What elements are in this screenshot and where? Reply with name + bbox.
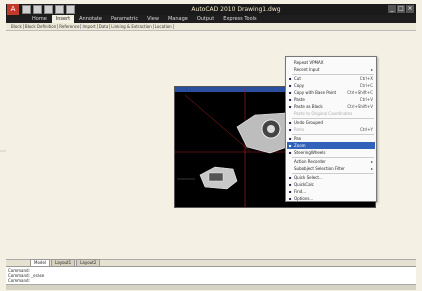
menu-item-copy-with-base-point[interactable]: ▪ Copy with Base Point Ctrl+Shift+C [287, 89, 375, 96]
menu-item-shortcut [373, 135, 375, 142]
menu-item-label: Undo Grouped [294, 120, 323, 125]
status-bar [6, 284, 416, 290]
command-prompt[interactable]: Command: [8, 278, 30, 283]
menu-item-steeringwheels[interactable]: ▪ SteeringWheels [287, 149, 375, 156]
layout-tab-model[interactable]: Model [30, 259, 51, 266]
menu-item-label: Repeat VPMAX [294, 60, 324, 65]
menu-item-shortcut [373, 142, 375, 149]
menu-item-pan[interactable]: ▪ Pan [287, 135, 375, 142]
menu-item-label: Copy [294, 83, 305, 88]
menu-item-repeat-vpmax[interactable]: Repeat VPMAX [287, 59, 375, 66]
menu-item-shortcut [373, 174, 375, 181]
menu-item-shortcut [373, 195, 375, 202]
menu-item-shortcut [373, 181, 375, 188]
menu-item-shortcut: Ctrl+Shift+V [347, 104, 373, 109]
menu-item-shortcut: Ctrl+C [359, 83, 373, 88]
menu-item-action-recorder[interactable]: Action Recorder ▸ [287, 158, 375, 165]
menu-item-label: Paste to Original Coordinates [294, 111, 353, 116]
menu-item-label: Quick Select... [294, 175, 323, 180]
menu-item-label: Find... [294, 189, 307, 194]
layout-tab-layout2[interactable]: Layout2 [76, 259, 101, 266]
menu-item-label: QuickCalc [294, 182, 314, 187]
menu-item-shortcut [373, 110, 375, 117]
command-line[interactable]: Command: Command: _erase Command: [6, 266, 416, 284]
context-menu: Repeat VPMAX Recent Input ▸ ▪ Cut Ctrl+X ▪ Copy… [285, 56, 377, 202]
menu-item-label: Pan [294, 136, 302, 141]
submenu-arrow-icon: ▸ [370, 166, 373, 171]
menu-item-find[interactable]: ▪ Find... [287, 188, 375, 195]
layout-tab-layout1[interactable]: Layout1 [51, 259, 76, 266]
menu-item-shortcut [373, 188, 375, 195]
menu-item-quickcalc[interactable]: ▪ QuickCalc [287, 181, 375, 188]
menu-item-options[interactable]: ▪ Options... [287, 195, 375, 202]
menu-item-label: Options... [294, 196, 314, 201]
menu-item-shortcut: Ctrl+X [359, 76, 373, 81]
menu-item-subobject-selection-filter[interactable]: Subobject Selection Filter ▸ [287, 165, 375, 172]
menu-item-shortcut [373, 119, 375, 126]
menu-item-zoom[interactable]: ▪ Zoom [287, 142, 375, 149]
menu-item-shortcut [373, 149, 375, 156]
menu-item-copy[interactable]: ▪ Copy Ctrl+C [287, 82, 375, 89]
menu-item-label: Redo [294, 127, 305, 132]
menu-item-paste-to-original-coordinates: Paste to Original Coordinates [287, 110, 375, 117]
menu-item-shortcut: Ctrl+Y [360, 127, 373, 132]
menu-item-shortcut: Ctrl+Shift+C [347, 90, 373, 95]
menu-item-shortcut [373, 59, 375, 66]
menu-item-redo: ▪ Redo Ctrl+Y [287, 126, 375, 133]
menu-item-label: Zoom [294, 143, 306, 148]
menu-item-recent-input[interactable]: Recent Input ▸ [287, 66, 375, 73]
menu-item-shortcut: Ctrl+V [359, 97, 373, 102]
menu-item-label: Copy with Base Point [294, 90, 337, 95]
menu-item-cut[interactable]: ▪ Cut Ctrl+X [287, 75, 375, 82]
layout-tab-bar: Model Layout1 Layout2 [6, 259, 416, 266]
menu-item-quick-select[interactable]: ▪ Quick Select... [287, 174, 375, 181]
menu-item-label: Paste [294, 97, 305, 102]
menu-item-paste[interactable]: ▪ Paste Ctrl+V [287, 96, 375, 103]
menu-item-undo-grouped[interactable]: ▪ Undo Grouped [287, 119, 375, 126]
menu-item-label: Cut [294, 76, 301, 81]
menu-item-label: Action Recorder [294, 159, 326, 164]
menu-item-label: Subobject Selection Filter [294, 166, 345, 171]
menu-item-paste-as-block[interactable]: ▪ Paste as Block Ctrl+Shift+V [287, 103, 375, 110]
menu-item-label: SteeringWheels [294, 150, 326, 155]
submenu-arrow-icon: ▸ [370, 159, 373, 164]
menu-item-label: Paste as Block [294, 104, 323, 109]
submenu-arrow-icon: ▸ [370, 67, 373, 72]
menu-item-label: Recent Input [294, 67, 320, 72]
